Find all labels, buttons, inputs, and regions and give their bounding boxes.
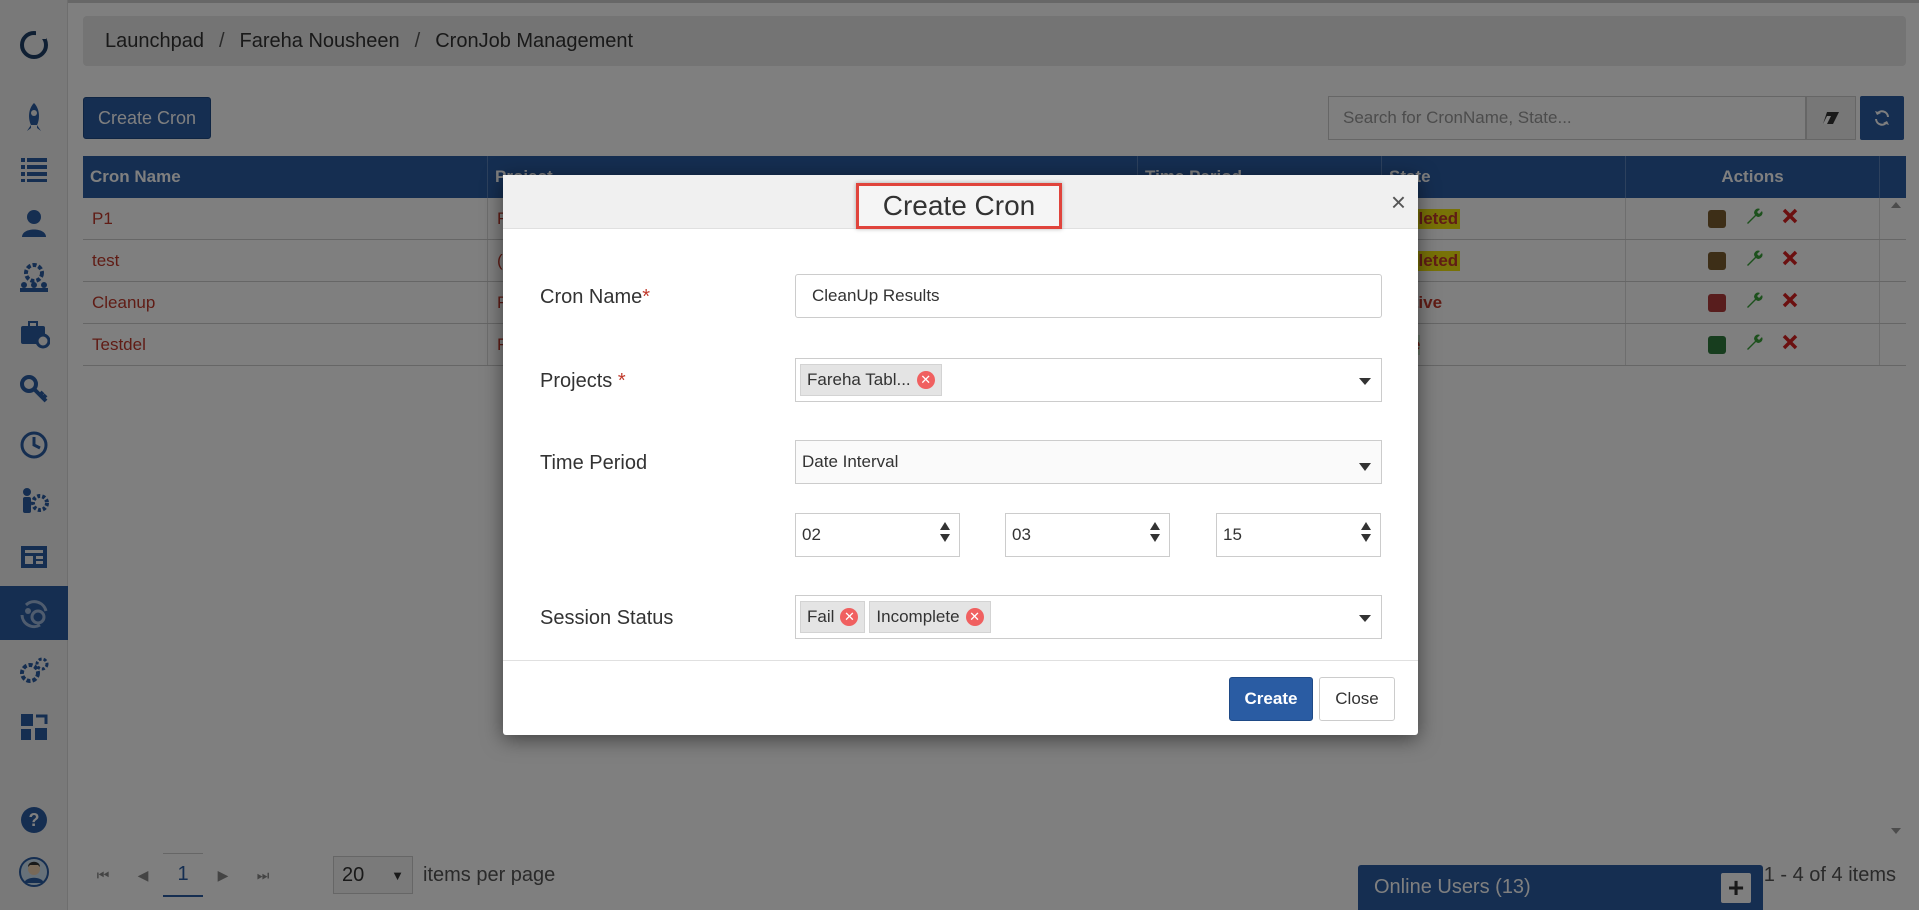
session-status-chip-label: Fail (807, 607, 835, 626)
interval-hours-value: 03 (1012, 525, 1031, 544)
session-status-chip: Incomplete ✕ (869, 601, 991, 633)
cron-name-label-text: Cron Name (540, 286, 643, 308)
time-period-select[interactable]: Date Interval (795, 440, 1382, 484)
remove-chip-icon[interactable]: ✕ (840, 608, 859, 626)
project-chip: Fareha Tabl... ✕ (800, 364, 942, 396)
create-cron-modal: Create Cron × Cron Name* CleanUp Results… (503, 175, 1418, 735)
projects-label-text: Projects (540, 370, 618, 392)
interval-days-input[interactable]: 02 (795, 513, 960, 557)
time-period-value: Date Interval (802, 452, 899, 471)
spinner-icon[interactable] (1360, 520, 1372, 549)
projects-label: Projects * (540, 370, 626, 393)
session-status-chip: Fail ✕ (800, 601, 866, 633)
create-button[interactable]: Create (1229, 677, 1313, 721)
required-marker: * (642, 286, 651, 308)
modal-header: Create Cron × (503, 175, 1418, 229)
interval-minutes-value: 15 (1223, 525, 1242, 544)
remove-chip-icon[interactable]: ✕ (965, 608, 984, 626)
spinner-icon[interactable] (939, 520, 951, 549)
session-status-chip-label: Incomplete (876, 607, 960, 626)
interval-days-value: 02 (802, 525, 821, 544)
session-status-label: Session Status (540, 607, 674, 629)
close-button[interactable]: Close (1319, 677, 1395, 721)
close-icon[interactable]: × (1391, 189, 1406, 215)
cron-name-field[interactable]: CleanUp Results (795, 274, 1382, 318)
chevron-down-icon (1359, 610, 1371, 628)
modal-title: Create Cron (856, 183, 1062, 229)
spinner-icon[interactable] (1149, 520, 1161, 549)
projects-multiselect[interactable]: Fareha Tabl... ✕ (795, 358, 1382, 402)
interval-hours-input[interactable]: 03 (1005, 513, 1170, 557)
session-status-multiselect[interactable]: Fail ✕ Incomplete ✕ (795, 595, 1382, 639)
time-period-label: Time Period (540, 452, 648, 474)
cron-name-label: Cron Name* (540, 286, 650, 309)
project-chip-label: Fareha Tabl... (807, 370, 911, 389)
required-marker: * (617, 370, 626, 392)
remove-chip-icon[interactable]: ✕ (916, 371, 935, 389)
modal-footer: Create Close (503, 660, 1418, 735)
chevron-down-icon (1359, 373, 1371, 391)
chevron-down-icon (1359, 457, 1371, 477)
interval-minutes-input[interactable]: 15 (1216, 513, 1381, 557)
